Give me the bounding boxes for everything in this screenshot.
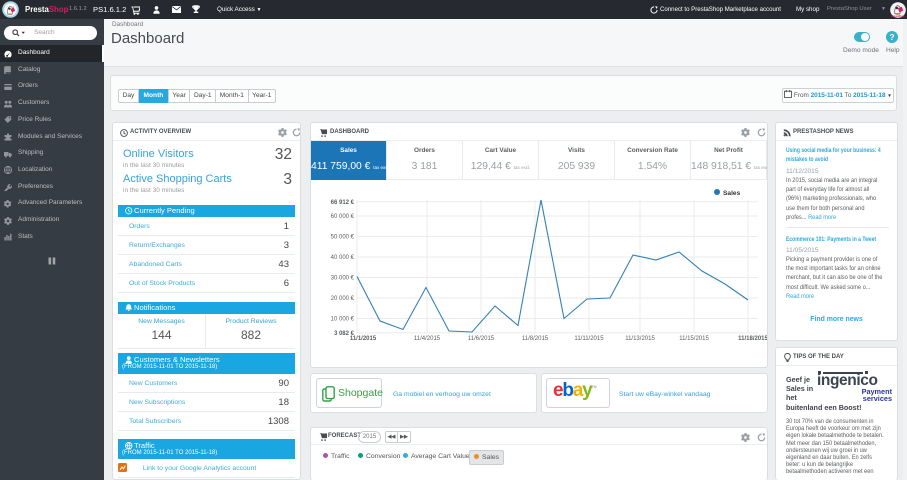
svg-text:11/11/2015: 11/11/2015 — [574, 336, 604, 342]
svg-text:10 000 €: 10 000 € — [331, 317, 355, 323]
svg-text:11/6/2015: 11/6/2015 — [468, 336, 495, 342]
svg-text:11/15/2015: 11/15/2015 — [679, 336, 709, 342]
svg-text:11/13/2015: 11/13/2015 — [625, 336, 655, 342]
svg-text:66 912 €: 66 912 € — [331, 200, 355, 206]
svg-text:60 000 €: 60 000 € — [331, 214, 355, 220]
svg-text:40 000 €: 40 000 € — [331, 255, 355, 261]
svg-text:11/4/2015: 11/4/2015 — [414, 336, 441, 342]
svg-text:11/1/2015: 11/1/2015 — [350, 336, 377, 342]
svg-text:20 000 €: 20 000 € — [331, 296, 355, 302]
svg-text:50 000 €: 50 000 € — [331, 235, 355, 241]
svg-text:11/18/2015: 11/18/2015 — [738, 336, 767, 342]
svg-text:30 000 €: 30 000 € — [331, 276, 355, 282]
svg-text:PrestaShop: PrestaShop — [891, 14, 905, 17]
svg-text:11/8/2015: 11/8/2015 — [522, 336, 549, 342]
svg-text:Sales: Sales — [723, 190, 741, 197]
